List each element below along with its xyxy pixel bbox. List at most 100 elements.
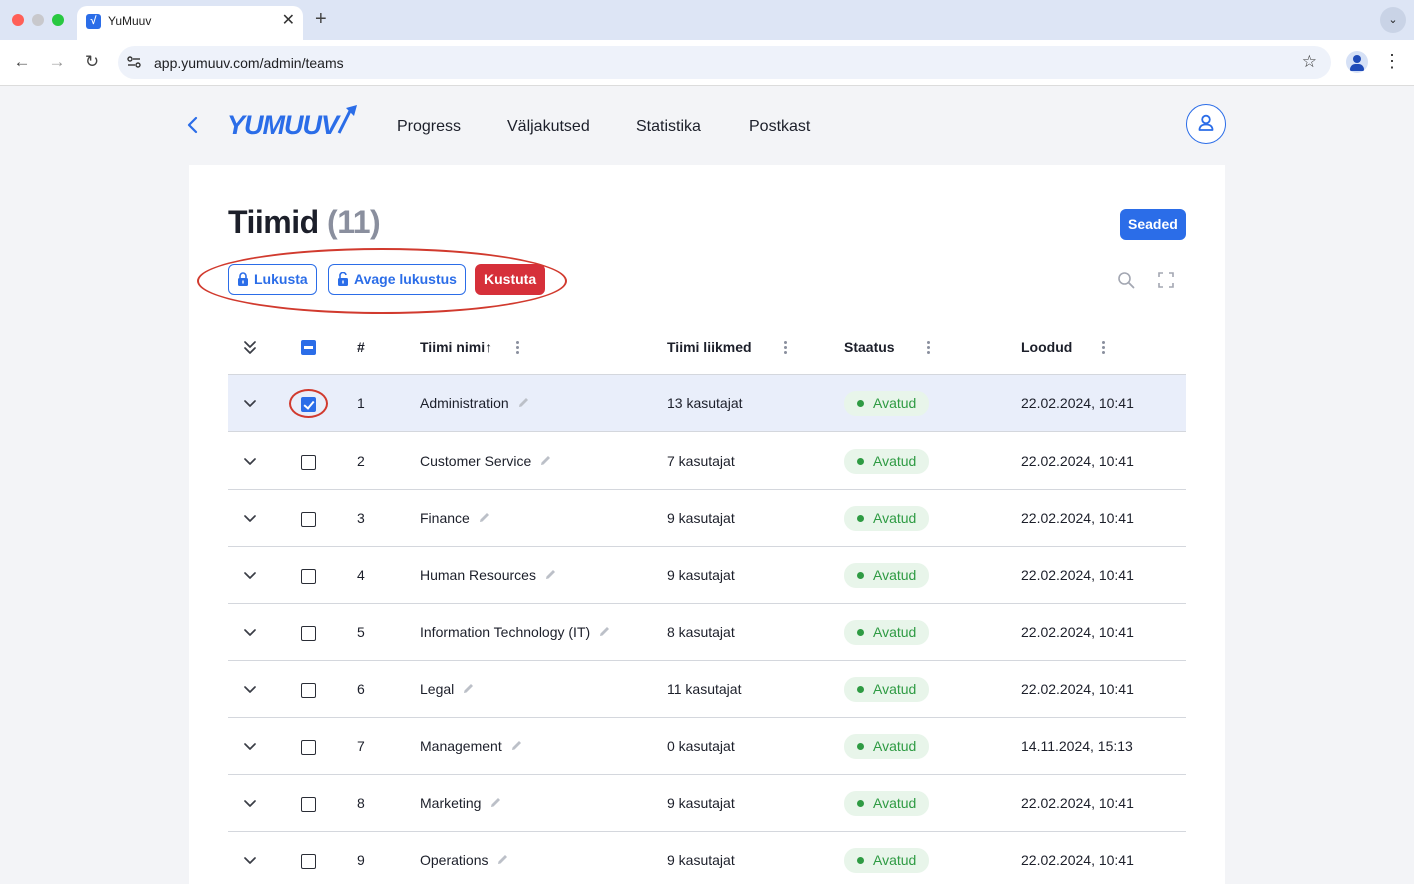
team-name[interactable]: Customer Service <box>420 453 531 469</box>
fullscreen-icon[interactable] <box>1158 272 1174 288</box>
table-row[interactable]: 4 Human Resources 9 kasutajat Avatud 22.… <box>228 547 1186 604</box>
row-checkbox[interactable] <box>301 854 316 869</box>
site-settings-icon[interactable] <box>126 54 142 70</box>
row-checkbox[interactable] <box>301 512 316 527</box>
row-checkbox[interactable] <box>301 740 316 755</box>
browser-menu-icon[interactable]: ⋮ <box>1383 50 1401 72</box>
back-chevron-icon[interactable] <box>184 114 202 136</box>
table-row[interactable]: 3 Finance 9 kasutajat Avatud 22.02.2024,… <box>228 490 1186 547</box>
team-name-cell: Operations <box>420 832 509 884</box>
table-row[interactable]: 6 Legal 11 kasutajat Avatud 22.02.2024, … <box>228 661 1186 718</box>
column-menu-icon[interactable] <box>516 341 520 355</box>
team-name[interactable]: Administration <box>420 395 509 411</box>
column-menu-icon[interactable] <box>927 341 931 355</box>
column-header-name[interactable]: Tiimi nimi↑ <box>420 320 492 375</box>
yumuuv-logo[interactable]: YUMUUV <box>227 103 359 139</box>
column-menu-icon[interactable] <box>784 341 788 355</box>
expand-row-chevron-icon[interactable] <box>243 571 257 580</box>
row-checkbox[interactable] <box>301 455 316 470</box>
expand-row-chevron-icon[interactable] <box>243 685 257 694</box>
expand-row-chevron-icon[interactable] <box>243 799 257 808</box>
table-row[interactable]: 8 Marketing 9 kasutajat Avatud 22.02.202… <box>228 775 1186 832</box>
browser-tab[interactable]: √ YuMuuv ✕ <box>77 6 303 40</box>
expand-row-chevron-icon[interactable] <box>243 628 257 637</box>
created-date: 22.02.2024, 10:41 <box>1021 681 1134 697</box>
team-name[interactable]: Operations <box>420 852 488 868</box>
row-checkbox[interactable] <box>301 683 316 698</box>
table-row[interactable]: 7 Management 0 kasutajat Avatud 14.11.20… <box>228 718 1186 775</box>
close-tab-icon[interactable]: ✕ <box>282 11 295 31</box>
expand-row-chevron-icon[interactable] <box>243 742 257 751</box>
team-name[interactable]: Information Technology (IT) <box>420 624 590 640</box>
column-header-members[interactable]: Tiimi liikmed <box>667 320 752 375</box>
nav-challenges[interactable]: Väljakutsed <box>507 118 590 136</box>
edit-pencil-icon[interactable] <box>478 511 491 524</box>
expand-row-chevron-icon[interactable] <box>243 399 257 408</box>
bookmark-star-icon[interactable]: ☆ <box>1302 52 1317 72</box>
created-date: 22.02.2024, 10:41 <box>1021 510 1134 526</box>
column-header-status[interactable]: Staatus <box>844 320 895 375</box>
url-text[interactable]: app.yumuuv.com/admin/teams <box>154 55 344 71</box>
column-header-created[interactable]: Loodud <box>1021 320 1072 375</box>
created-date: 22.02.2024, 10:41 <box>1021 453 1134 469</box>
row-index: 2 <box>357 453 365 469</box>
search-icon[interactable] <box>1117 271 1135 289</box>
team-name[interactable]: Finance <box>420 510 470 526</box>
table-row[interactable]: 5 Information Technology (IT) 8 kasutaja… <box>228 604 1186 661</box>
browser-tab-bar: √ YuMuuv ✕ + ⌄ <box>0 0 1414 40</box>
expand-row-chevron-icon[interactable] <box>243 457 257 466</box>
edit-pencil-icon[interactable] <box>496 853 509 866</box>
table-row[interactable]: 9 Operations 9 kasutajat Avatud 22.02.20… <box>228 832 1186 884</box>
nav-progress[interactable]: Progress <box>397 118 461 136</box>
edit-pencil-icon[interactable] <box>489 796 502 809</box>
edit-pencil-icon[interactable] <box>598 625 611 638</box>
edit-pencil-icon[interactable] <box>510 739 523 752</box>
column-menu-icon[interactable] <box>1102 341 1106 355</box>
window-maximize-button[interactable] <box>52 14 64 26</box>
status-badge: Avatud <box>844 734 929 759</box>
expand-row-chevron-icon[interactable] <box>243 856 257 865</box>
edit-pencil-icon[interactable] <box>462 682 475 695</box>
row-checkbox[interactable] <box>301 626 316 641</box>
sort-ascending-icon[interactable]: ↑ <box>485 339 492 355</box>
teams-card: Tiimid (11) Seaded Lukusta Avage lukustu… <box>189 165 1225 884</box>
new-tab-button[interactable]: + <box>315 8 327 30</box>
row-checkbox[interactable] <box>301 569 316 584</box>
back-arrow-icon[interactable]: ← <box>10 51 34 73</box>
status-badge: Avatud <box>844 677 929 702</box>
reload-icon[interactable]: ↻ <box>80 51 104 73</box>
table-row[interactable]: 1 Administration 13 kasutajat Avatud 22.… <box>228 375 1186 432</box>
window-minimize-button[interactable] <box>32 14 44 26</box>
team-name[interactable]: Management <box>420 738 502 754</box>
address-bar[interactable]: app.yumuuv.com/admin/teams ☆ <box>118 46 1331 79</box>
edit-pencil-icon[interactable] <box>517 396 530 409</box>
team-name[interactable]: Marketing <box>420 795 481 811</box>
edit-pencil-icon[interactable] <box>539 454 552 467</box>
members-count: 13 kasutajat <box>667 395 743 411</box>
members-count: 11 kasutajat <box>667 681 742 697</box>
row-index: 9 <box>357 852 365 868</box>
table-row[interactable]: 2 Customer Service 7 kasutajat Avatud 22… <box>228 433 1186 490</box>
expand-all-icon[interactable] <box>242 339 258 357</box>
team-name[interactable]: Legal <box>420 681 454 697</box>
select-all-checkbox[interactable] <box>301 340 316 355</box>
members-count: 0 kasutajat <box>667 738 735 754</box>
members-count: 9 kasutajat <box>667 510 735 526</box>
team-name[interactable]: Human Resources <box>420 567 536 583</box>
team-name-cell: Legal <box>420 661 475 718</box>
favicon-icon: √ <box>86 14 101 29</box>
expand-row-chevron-icon[interactable] <box>243 514 257 523</box>
user-profile-button[interactable] <box>1186 104 1226 144</box>
tab-search-chevron-icon[interactable]: ⌄ <box>1380 7 1406 33</box>
browser-profile-icon[interactable] <box>1346 51 1368 73</box>
nav-inbox[interactable]: Postkast <box>749 118 810 136</box>
window-close-button[interactable] <box>12 14 24 26</box>
user-icon <box>1198 114 1213 131</box>
nav-statistics[interactable]: Statistika <box>636 118 701 136</box>
settings-button[interactable]: Seaded <box>1120 209 1186 240</box>
tab-title: YuMuuv <box>108 14 152 28</box>
created-date: 22.02.2024, 10:41 <box>1021 395 1134 411</box>
row-checkbox[interactable] <box>301 797 316 812</box>
forward-arrow-icon[interactable]: → <box>45 51 69 73</box>
edit-pencil-icon[interactable] <box>544 568 557 581</box>
